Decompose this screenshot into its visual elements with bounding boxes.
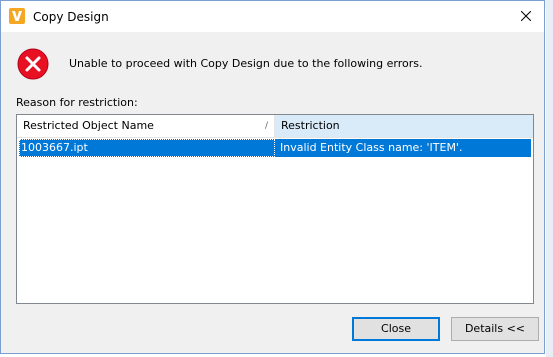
close-button[interactable]: Close bbox=[352, 317, 440, 341]
background-window-edge bbox=[546, 0, 553, 357]
title-bar: Copy Design bbox=[1, 1, 544, 32]
restrictions-list[interactable]: Restricted Object Name / Restriction 100… bbox=[16, 114, 534, 304]
copy-design-dialog: Copy Design Unable to proceed with Copy … bbox=[0, 0, 545, 354]
column-header-label: Restriction bbox=[281, 119, 340, 132]
list-header: Restricted Object Name / Restriction bbox=[17, 115, 533, 138]
column-header-restriction[interactable]: Restriction bbox=[275, 115, 533, 137]
error-icon bbox=[17, 48, 49, 80]
column-header-label: Restricted Object Name bbox=[23, 119, 154, 132]
autodesk-vault-icon bbox=[9, 8, 25, 24]
column-resize-icon: / bbox=[264, 121, 268, 131]
window-title: Copy Design bbox=[33, 10, 109, 24]
reason-label: Reason for restriction: bbox=[16, 96, 138, 109]
details-button[interactable]: Details << bbox=[451, 317, 539, 341]
close-icon[interactable] bbox=[514, 5, 538, 27]
cell-object-name: 1003667.ipt bbox=[19, 139, 275, 157]
error-message: Unable to proceed with Copy Design due t… bbox=[69, 57, 423, 70]
cell-restriction: Invalid Entity Class name: 'ITEM'. bbox=[280, 141, 463, 154]
table-row[interactable]: 1003667.ipt Invalid Entity Class name: '… bbox=[19, 139, 531, 157]
column-header-object-name[interactable]: Restricted Object Name / bbox=[17, 115, 275, 137]
